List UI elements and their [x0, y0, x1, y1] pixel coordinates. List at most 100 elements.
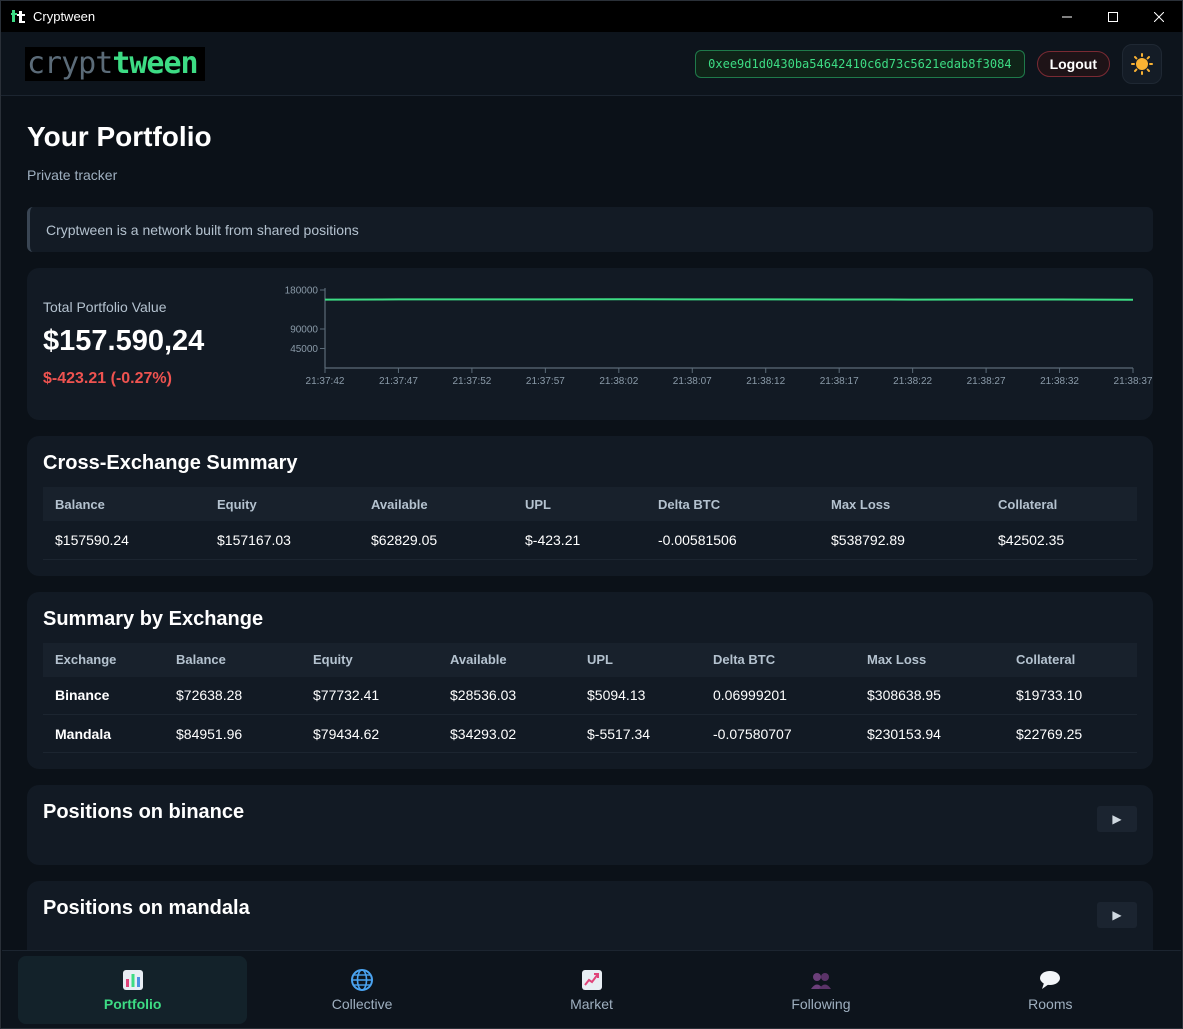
summary-by-exchange-title: Summary by Exchange: [43, 607, 264, 630]
nav-item-rooms[interactable]: Rooms: [936, 956, 1165, 1024]
table-cell: $-5517.34: [575, 714, 701, 753]
table-cell: $34293.02: [438, 714, 575, 753]
table-cell: $-423.21: [513, 521, 646, 560]
column-header: Collateral: [998, 496, 1058, 512]
minimize-button[interactable]: [1044, 1, 1090, 32]
exchange-name-cell: Mandala: [43, 714, 164, 753]
table-cell: $5094.13: [575, 676, 701, 715]
table-cell: $77732.41: [301, 676, 438, 715]
minimize-icon: [1062, 16, 1072, 17]
nav-label: Collective: [331, 995, 393, 1012]
globe-icon: [350, 968, 374, 992]
title-bar: Cryptween: [1, 1, 1182, 32]
x-tick-label: 21:37:47: [379, 376, 418, 387]
wallet-address[interactable]: 0xee9d1d0430ba54642410c6d73c5621edab8f30…: [695, 49, 1025, 78]
play-icon: ▶: [1112, 812, 1122, 826]
table-header-row: Balance Equity Available UPL Delta BTC M…: [43, 487, 1137, 521]
x-tick-label: 21:37:42: [306, 376, 345, 387]
nav-item-portfolio[interactable]: Portfolio: [18, 955, 248, 1024]
table-cell: $28536.03: [438, 676, 575, 715]
column-header: Exchange: [55, 652, 117, 667]
cross-exchange-summary-card: Cross-Exchange Summary Balance Equity Av…: [27, 436, 1153, 576]
positions-mandala-title: Positions on mandala: [43, 897, 250, 919]
x-tick-label: 21:38:02: [599, 376, 638, 387]
x-tick-label: 21:38:27: [967, 376, 1006, 387]
nav-item-following[interactable]: Following: [706, 956, 935, 1024]
table-cell: $79434.62: [301, 714, 438, 753]
portfolio-chart: 180000 90000 45000 21:37:42 21:37:47 21:37:52…: [277, 282, 1157, 404]
y-tick-label: 45000: [290, 344, 318, 355]
logo-text-tween: tween: [112, 45, 198, 81]
table-cell: $157590.24: [43, 521, 205, 560]
positions-binance-card: Positions on binance ▶: [27, 785, 1153, 865]
close-button[interactable]: [1136, 1, 1182, 32]
table-cell: $538792.89: [819, 521, 986, 560]
column-header: Balance: [176, 652, 226, 667]
portfolio-chart-svg: 180000 90000 45000 21:37:42 21:37:47 21:37:52…: [285, 286, 1153, 388]
x-tick-label: 21:37:57: [526, 376, 565, 387]
column-header: UPL: [587, 652, 613, 667]
positions-mandala-card: Positions on mandala ▶: [27, 881, 1153, 950]
table-cell: -0.07580707: [701, 714, 855, 753]
exchange-name-cell: Binance: [43, 676, 164, 715]
trend-chart-icon: [580, 968, 604, 992]
summary-by-exchange-table: Exchange Balance Equity Available UPL De…: [43, 642, 1137, 753]
nav-label: Market: [570, 995, 613, 1012]
table-row: Binance $72638.28 $77732.41 $28536.03 $5…: [43, 676, 1137, 715]
x-tick-label: 21:38:17: [820, 376, 859, 387]
portfolio-value-change: $-423.21 (-0.27%): [43, 370, 172, 387]
x-tick-label: 21:38:12: [746, 376, 785, 387]
maximize-button[interactable]: [1090, 1, 1136, 32]
y-tick-label: 180000: [285, 286, 319, 297]
window-title: Cryptween: [33, 9, 96, 24]
table-cell: $230153.94: [855, 714, 1004, 753]
x-tick-label: 21:38:32: [1040, 376, 1079, 387]
speech-bubble-icon: [1038, 968, 1062, 992]
app-header: crypt tween 0xee9d1d0430ba54642410c6d73c5…: [1, 32, 1182, 96]
expand-positions-mandala-button[interactable]: ▶: [1097, 902, 1137, 928]
column-header: Equity: [313, 652, 353, 667]
expand-positions-binance-button[interactable]: ▶: [1097, 806, 1137, 832]
app-logo-icon: [11, 9, 27, 25]
bottom-navigation: Portfolio Collective Market Following Ro…: [2, 950, 1181, 1028]
x-tick-label: 21:38:37: [1114, 376, 1153, 387]
portfolio-value-card: Total Portfolio Value $157.590,24 $-423.…: [27, 268, 1153, 420]
table-row: $157590.24 $157167.03 $62829.05 $-423.21…: [43, 521, 1137, 560]
column-header: Equity: [217, 496, 257, 512]
page-subtitle: Private tracker: [27, 167, 118, 183]
column-header: Max Loss: [867, 652, 927, 667]
theme-toggle-button[interactable]: [1122, 43, 1162, 84]
table-cell: $19733.10: [1004, 676, 1137, 715]
table-cell: $22769.25: [1004, 714, 1137, 753]
logout-button[interactable]: Logout: [1036, 50, 1110, 77]
nav-label: Portfolio: [103, 995, 162, 1012]
column-header: Collateral: [1016, 652, 1076, 667]
cross-exchange-title: Cross-Exchange Summary: [43, 452, 298, 474]
x-tick-label: 21:37:52: [452, 376, 491, 387]
logo-text-crypt: crypt: [27, 45, 113, 81]
table-cell: -0.00581506: [646, 521, 819, 560]
table-cell: $62829.05: [359, 521, 513, 560]
maximize-icon: [1108, 11, 1118, 22]
nav-item-market[interactable]: Market: [477, 956, 706, 1024]
sun-icon: [1131, 52, 1153, 75]
portfolio-value-label: Total Portfolio Value: [43, 299, 167, 315]
column-header: Delta BTC: [713, 652, 776, 667]
column-header: Balance: [55, 496, 105, 512]
column-header: UPL: [525, 496, 551, 512]
nav-label: Rooms: [1028, 995, 1073, 1012]
y-tick-label: 90000: [290, 325, 318, 336]
app-window: Cryptween crypt tween 0xee9d1d0430ba54642…: [0, 0, 1183, 1029]
x-tick-label: 21:38:22: [893, 376, 932, 387]
close-icon: [1154, 11, 1164, 22]
positions-binance-title: Positions on binance: [43, 801, 245, 823]
nav-label: Following: [791, 995, 851, 1012]
column-header: Available: [450, 652, 507, 667]
brand-logo[interactable]: crypt tween: [25, 45, 205, 81]
table-header-row: Exchange Balance Equity Available UPL De…: [43, 642, 1137, 677]
table-cell: $42502.35: [986, 521, 1137, 560]
nav-item-collective[interactable]: Collective: [247, 956, 476, 1024]
table-row: Mandala $84951.96 $79434.62 $34293.02 $-…: [43, 714, 1137, 753]
table-cell: $157167.03: [205, 521, 359, 560]
play-icon: ▶: [1112, 908, 1122, 922]
